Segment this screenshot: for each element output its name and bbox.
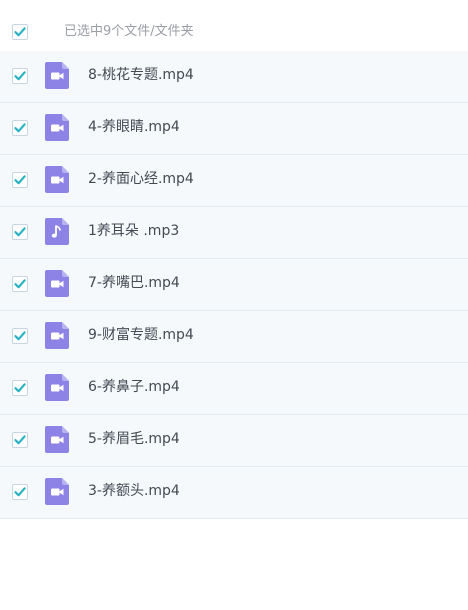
file-row[interactable]: 1养耳朵 .mp3: [0, 207, 468, 259]
checkmark-icon: [14, 123, 26, 133]
file-checkbox[interactable]: [12, 276, 28, 292]
file-checkbox[interactable]: [12, 224, 28, 240]
file-row[interactable]: 4-养眼睛.mp4: [0, 103, 468, 155]
video-file-icon: [45, 426, 69, 453]
checkmark-icon: [14, 27, 26, 37]
checkmark-icon: [14, 487, 26, 497]
audio-file-icon: [45, 218, 69, 245]
selection-count-label: 已选中9个文件/文件夹: [64, 24, 194, 39]
video-file-icon: [45, 62, 69, 89]
checkmark-icon: [14, 175, 26, 185]
file-checkbox[interactable]: [12, 432, 28, 448]
video-file-icon: [45, 322, 69, 349]
checkmark-icon: [14, 71, 26, 81]
file-name[interactable]: 5-养眉毛.mp4: [88, 430, 180, 448]
file-name[interactable]: 2-养面心经.mp4: [88, 170, 194, 188]
file-selection-page: 已选中9个文件/文件夹 8-桃花专题.mp4 4-养眼睛.mp4 2-养面心经.…: [0, 0, 468, 610]
file-list: 8-桃花专题.mp4 4-养眼睛.mp4 2-养面心经.mp4 1养耳朵 .mp…: [0, 51, 468, 519]
checkmark-icon: [14, 227, 26, 237]
file-name[interactable]: 1养耳朵 .mp3: [88, 222, 179, 240]
file-name[interactable]: 4-养眼睛.mp4: [88, 118, 180, 136]
file-checkbox[interactable]: [12, 380, 28, 396]
file-row[interactable]: 8-桃花专题.mp4: [0, 51, 468, 103]
file-name[interactable]: 3-养额头.mp4: [88, 482, 180, 500]
file-row[interactable]: 2-养面心经.mp4: [0, 155, 468, 207]
file-checkbox[interactable]: [12, 328, 28, 344]
file-name[interactable]: 9-财富专题.mp4: [88, 326, 194, 344]
file-row[interactable]: 9-财富专题.mp4: [0, 311, 468, 363]
file-checkbox[interactable]: [12, 68, 28, 84]
file-name[interactable]: 8-桃花专题.mp4: [88, 66, 194, 84]
checkmark-icon: [14, 435, 26, 445]
file-checkbox[interactable]: [12, 484, 28, 500]
video-file-icon: [45, 478, 69, 505]
file-checkbox[interactable]: [12, 172, 28, 188]
selection-header: 已选中9个文件/文件夹: [0, 0, 468, 51]
file-name[interactable]: 7-养嘴巴.mp4: [88, 274, 180, 292]
file-row[interactable]: 3-养额头.mp4: [0, 467, 468, 519]
video-file-icon: [45, 114, 69, 141]
checkmark-icon: [14, 331, 26, 341]
file-row[interactable]: 5-养眉毛.mp4: [0, 415, 468, 467]
file-row[interactable]: 6-养鼻子.mp4: [0, 363, 468, 415]
video-file-icon: [45, 270, 69, 297]
file-checkbox[interactable]: [12, 120, 28, 136]
checkmark-icon: [14, 279, 26, 289]
file-name[interactable]: 6-养鼻子.mp4: [88, 378, 180, 396]
video-file-icon: [45, 166, 69, 193]
select-all-checkbox[interactable]: [12, 24, 28, 40]
checkmark-icon: [14, 383, 26, 393]
file-row[interactable]: 7-养嘴巴.mp4: [0, 259, 468, 311]
video-file-icon: [45, 374, 69, 401]
